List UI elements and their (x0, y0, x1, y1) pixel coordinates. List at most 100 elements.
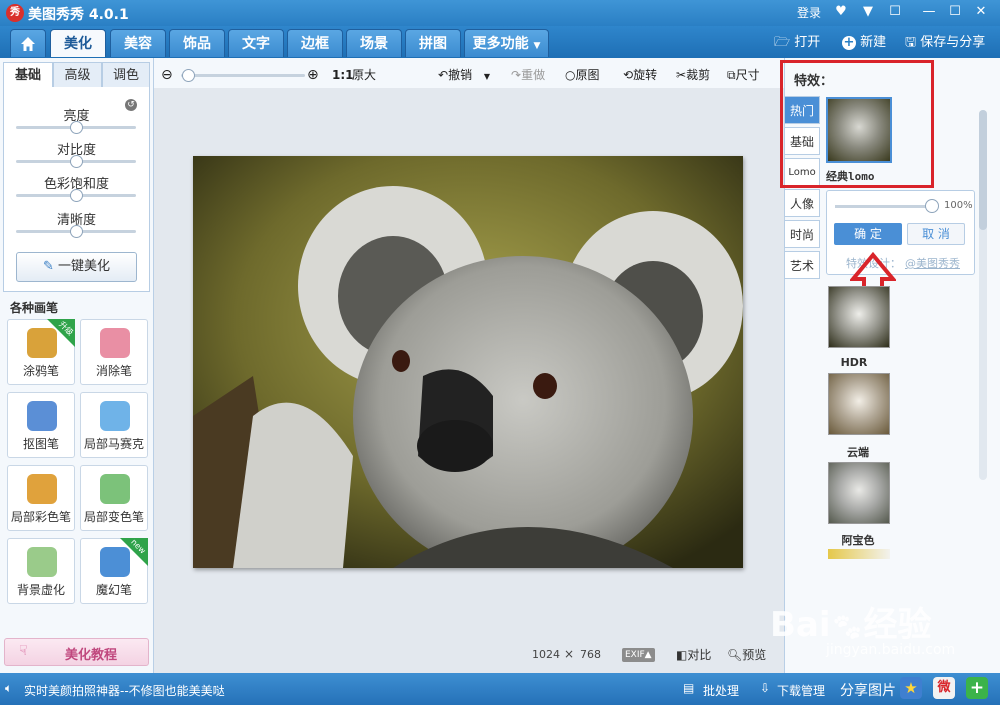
doodle-brush-label: 涂鸦笔 (22, 364, 59, 378)
maximize-icon[interactable]: ☐ (944, 2, 966, 22)
preview-button[interactable]: 🔍︎预览 (727, 646, 766, 663)
tab-frame[interactable]: 边框 (287, 29, 343, 57)
app-title: 美图秀秀 4.0.1 (28, 7, 129, 23)
tab-more-features[interactable]: 更多功能 ▼ (464, 29, 549, 57)
subtab-advanced[interactable]: 高级 (53, 62, 102, 88)
save-share-button[interactable]: 🖫 保存与分享 (905, 32, 985, 54)
rotate-icon: ⟲ (623, 68, 634, 82)
home-icon (21, 37, 35, 51)
brightness-slider[interactable] (16, 121, 136, 134)
dropdown-menu-icon[interactable]: ▼ (857, 2, 879, 22)
status-marquee[interactable]: 实时美颜拍照神器--不修图也能美美哒 (24, 682, 225, 699)
zoom-slider[interactable] (181, 69, 305, 82)
mosaic-brush-button[interactable]: 局部马赛克 (80, 392, 148, 458)
share-image-button[interactable]: 分享图片 (840, 680, 896, 700)
scrollbar-thumb[interactable] (979, 110, 987, 230)
one-click-label: 一键美化 (58, 259, 111, 274)
opacity-knob[interactable] (925, 199, 939, 213)
preview-label: 预览 (742, 648, 767, 662)
tab-scene[interactable]: 场景 (346, 29, 402, 57)
star-icon[interactable]: ★ (900, 677, 922, 699)
sharpness-slider[interactable] (16, 225, 136, 238)
confirm-button[interactable]: 确 定 (834, 223, 902, 245)
home-tab[interactable] (10, 29, 46, 57)
redo-icon: ↷ (511, 68, 522, 82)
compare-label: 对比 (687, 648, 712, 662)
brightness-knob[interactable] (70, 121, 83, 134)
image-height: 768 (580, 648, 601, 661)
close-icon[interactable]: ✕ (970, 2, 992, 22)
compare-icon: ◧ (676, 648, 688, 662)
cancel-button[interactable]: 取 消 (907, 223, 965, 245)
designer-link[interactable]: @美图秀秀 (905, 255, 960, 271)
zoom-out-icon[interactable]: ⊖ (161, 66, 173, 84)
skin-icon[interactable]: ♥ (830, 2, 852, 22)
resize-button[interactable]: ⧉尺寸 (727, 66, 760, 84)
eraser-brush-button[interactable]: 消除笔 (80, 319, 148, 385)
rotate-button[interactable]: ⟲旋转 (623, 66, 657, 84)
category-portrait[interactable]: 人像 (784, 189, 820, 217)
background-blur-icon (27, 547, 57, 577)
koala-photo[interactable] (193, 156, 743, 576)
original-size-button[interactable]: 原大 (352, 66, 376, 84)
effect-thumb-abao[interactable] (828, 462, 890, 524)
local-color-brush-button[interactable]: 局部彩色笔 (7, 465, 75, 531)
compare-button[interactable]: ◧对比 (676, 646, 711, 663)
tab-text[interactable]: 文字 (228, 29, 284, 57)
background-blur-button[interactable]: 背景虚化 (7, 538, 75, 604)
contrast-knob[interactable] (70, 155, 83, 168)
speaker-icon: 🔈︎ (5, 681, 13, 695)
new-button[interactable]: + 新建 (842, 32, 886, 54)
effect-name-hdr: HDR (840, 356, 868, 369)
add-icon[interactable]: + (966, 677, 988, 699)
redo-button[interactable]: ↷重做 (511, 66, 545, 84)
category-fashion[interactable]: 时尚 (784, 220, 820, 248)
subtab-basic[interactable]: 基础 (3, 62, 53, 88)
folder-icon: 🗁 (774, 35, 791, 50)
preview-icon: 🔍︎ (727, 648, 743, 662)
tutorial-button[interactable]: ☟ 美化教程 (4, 638, 149, 666)
download-icon: ⇩ (760, 681, 771, 695)
undo-button[interactable]: ↶撤销 ▼ (438, 66, 490, 84)
batch-icon: ▤ (683, 681, 695, 695)
brushes-title: 各种画笔 (10, 301, 59, 315)
batch-button[interactable]: 批处理 (703, 682, 739, 699)
subtab-color[interactable]: 调色 (102, 62, 150, 88)
feedback-icon[interactable]: ☐ (884, 2, 906, 22)
highlight-box (780, 60, 934, 188)
crop-button[interactable]: ✂裁剪 (676, 66, 710, 84)
doodle-brush-button[interactable]: 涂鸦笔 升级 (7, 319, 75, 385)
eraser-brush-icon (100, 328, 130, 358)
tab-beauty[interactable]: 美容 (110, 29, 166, 57)
original-image-button[interactable]: ○原图 (565, 66, 600, 84)
effect-thumb-next-partial[interactable] (828, 549, 890, 559)
tab-beautify[interactable]: 美化 (50, 29, 106, 57)
mosaic-brush-label: 局部马赛克 (83, 437, 144, 451)
minimize-icon[interactable]: — (918, 2, 940, 22)
effects-scrollbar[interactable] (979, 110, 987, 480)
saturation-knob[interactable] (70, 189, 83, 202)
contrast-slider[interactable] (16, 155, 136, 168)
weibo-icon[interactable]: 微 (933, 677, 955, 699)
effect-thumb-hdr[interactable] (828, 286, 890, 348)
download-manager-button[interactable]: 下载管理 (777, 682, 825, 699)
saturation-slider[interactable] (16, 189, 136, 202)
effect-thumb-cloud[interactable] (828, 373, 890, 435)
login-link[interactable]: 登录 (797, 4, 821, 21)
exif-button[interactable]: EXIF▲ (622, 648, 655, 662)
zoom-in-icon[interactable]: ⊕ (307, 66, 319, 84)
zoom-ratio-icon[interactable]: 1:1 (332, 66, 354, 84)
open-button[interactable]: 🗁 打开 (774, 32, 820, 54)
local-recolor-brush-button[interactable]: 局部变色笔 (80, 465, 148, 531)
cutout-brush-icon (27, 401, 57, 431)
category-art[interactable]: 艺术 (784, 251, 820, 279)
watermark-baidu: Bai🐾︎经验 (770, 597, 932, 646)
tab-accessories[interactable]: 饰品 (169, 29, 225, 57)
one-click-beautify-button[interactable]: ✎ 一键美化 (16, 252, 137, 282)
magic-brush-button[interactable]: 魔幻笔 new (80, 537, 148, 604)
eraser-brush-label: 消除笔 (95, 364, 132, 378)
tab-collage[interactable]: 拼图 (405, 29, 461, 57)
cutout-brush-button[interactable]: 抠图笔 (7, 392, 75, 458)
sharpness-knob[interactable] (70, 225, 83, 238)
opacity-slider[interactable] (835, 199, 939, 213)
